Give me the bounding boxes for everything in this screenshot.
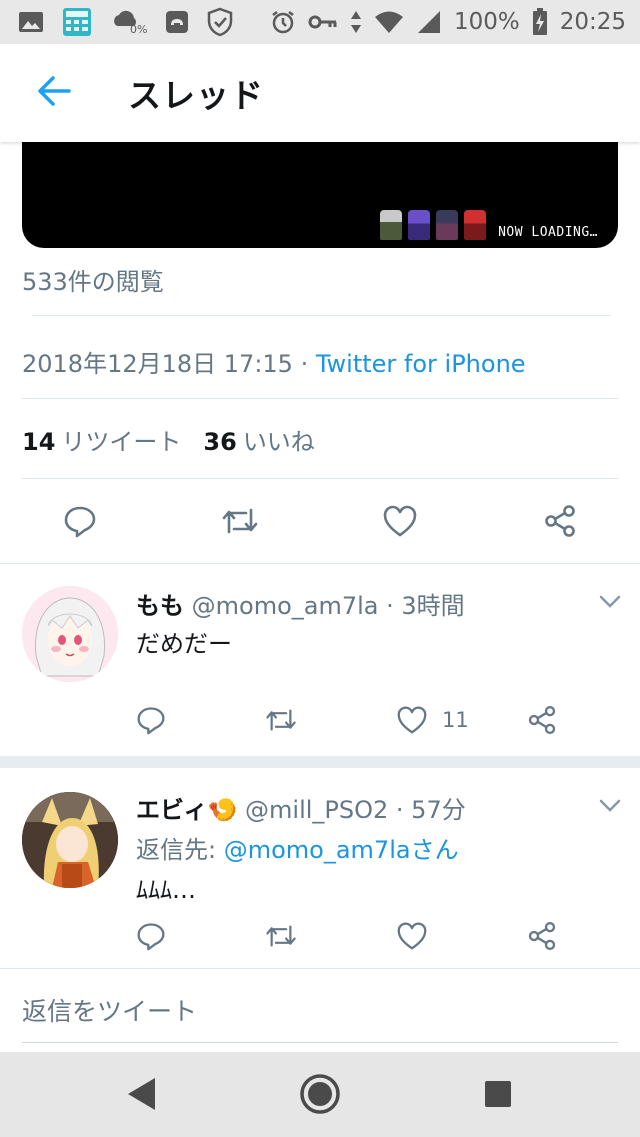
alarm-icon: [270, 9, 296, 35]
avatar[interactable]: [22, 586, 118, 682]
clock-time: 20:25: [559, 9, 626, 35]
triangle-back-icon: [128, 1078, 155, 1110]
reply-header: エビィ🍤 @mill_PSO2 · 57分: [136, 790, 466, 825]
phone-app-icon: [165, 10, 189, 34]
reply-action-bar: [130, 916, 580, 956]
like-button[interactable]: [375, 496, 425, 546]
system-navigation-bar: [0, 1052, 640, 1137]
battery-charging-icon: [532, 8, 548, 36]
nav-recents-button[interactable]: [470, 1066, 526, 1122]
arrow-left-icon: [36, 75, 72, 111]
retweet-label: リツイート: [61, 428, 182, 456]
tweet-media-image[interactable]: NOW LOADING…: [22, 142, 618, 248]
loading-indicator: NOW LOADING…: [380, 210, 598, 240]
share-button[interactable]: [526, 700, 558, 740]
divider: [22, 478, 618, 479]
loading-text: NOW LOADING…: [498, 225, 598, 240]
share-icon: [528, 705, 556, 735]
like-button[interactable]: 11: [396, 700, 469, 740]
share-button[interactable]: [535, 496, 585, 546]
gallery-icon: [18, 10, 44, 34]
reply-tweet[interactable]: エビィ🍤 @mill_PSO2 · 57分 返信先: @momo_am7laさん…: [0, 768, 640, 968]
wifi-icon: [374, 10, 404, 34]
display-name[interactable]: もも: [136, 592, 184, 620]
tweet-timestamp: 2018年12月18日 17:15 · Twitter for iPhone: [22, 344, 526, 379]
comment-icon: [64, 506, 96, 538]
comment-icon: [137, 707, 165, 735]
calculator-icon: [62, 7, 92, 37]
reply-compose-input[interactable]: 返信をツイート: [22, 992, 197, 1028]
shield-check-icon: [207, 7, 233, 37]
reply-text: ﾑﾑﾑ…: [136, 876, 196, 904]
vpn-key-icon: [308, 13, 338, 31]
retweet-button[interactable]: [264, 700, 298, 740]
data-saver-label: 0%: [130, 22, 148, 36]
app-header: スレッド: [0, 44, 640, 142]
chevron-down-icon: [599, 595, 621, 608]
share-icon: [545, 505, 575, 537]
divider: [0, 968, 640, 969]
tweet-date: 2018年12月18日 17:15 ·: [22, 350, 316, 378]
retweet-icon: [266, 709, 296, 731]
sprite-character-2: [408, 210, 431, 240]
reply-text: だめだー: [136, 630, 232, 658]
reply-to-mention-link[interactable]: @momo_am7laさん: [224, 836, 459, 864]
heart-icon: [397, 706, 427, 734]
handle-and-time: @momo_am7la · 3時間: [184, 592, 465, 620]
nav-back-button[interactable]: [114, 1066, 170, 1122]
reply-button[interactable]: [136, 916, 166, 956]
reply-action-bar: 11: [130, 700, 580, 740]
retweet-count: 14: [22, 428, 56, 456]
like-count: 11: [442, 708, 469, 732]
circle-home-icon: [300, 1074, 340, 1114]
retweet-icon: [222, 508, 258, 534]
divider: [32, 315, 610, 316]
likes-stat[interactable]: 36 いいね: [203, 422, 314, 457]
reply-button[interactable]: [55, 496, 105, 546]
retweet-icon: [266, 925, 296, 947]
handle-and-time: @mill_PSO2 · 57分: [237, 796, 466, 824]
share-icon: [528, 921, 556, 951]
tweet-action-bar: [0, 496, 640, 546]
like-button[interactable]: [396, 916, 428, 956]
reply-to-prefix: 返信先:: [136, 836, 224, 864]
compose-underline: [22, 1042, 618, 1043]
view-count: 533件の閲覧: [22, 268, 164, 296]
avatar[interactable]: [22, 792, 118, 888]
heart-icon: [383, 505, 417, 537]
sprite-character-1: [380, 210, 403, 240]
share-button[interactable]: [526, 916, 558, 956]
sprite-character-4: [464, 210, 487, 240]
tweet-menu-button[interactable]: [596, 792, 624, 820]
tweet-source-link[interactable]: Twitter for iPhone: [316, 350, 526, 378]
back-button[interactable]: [20, 59, 88, 127]
display-name[interactable]: エビィ🍤: [136, 796, 237, 824]
comment-icon: [137, 923, 165, 951]
heart-icon: [397, 922, 427, 950]
sprite-character-3: [436, 210, 459, 240]
like-count: 36: [203, 428, 237, 456]
reply-button[interactable]: [136, 700, 166, 740]
retweet-button[interactable]: [264, 916, 298, 956]
signal-icon: [416, 10, 442, 34]
divider: [22, 398, 618, 399]
tweet-menu-button[interactable]: [596, 588, 624, 616]
battery-percent: 100%: [453, 9, 520, 35]
cloud-sync-icon: 0%: [110, 9, 147, 36]
data-arrows-icon: [350, 10, 362, 34]
chevron-down-icon: [599, 799, 621, 812]
nav-home-button[interactable]: [292, 1066, 348, 1122]
like-label: いいね: [242, 428, 315, 456]
retweets-stat[interactable]: 14 リツイート: [22, 422, 181, 457]
status-bar: 0% 100% 20:25: [0, 0, 640, 44]
square-recents-icon: [485, 1081, 511, 1107]
reply-tweet[interactable]: もも @momo_am7la · 3時間 だめだー 11: [0, 564, 640, 756]
retweet-button[interactable]: [215, 496, 265, 546]
engagement-counts: 14 リツイート 36 いいね: [22, 422, 315, 457]
section-separator: [0, 756, 640, 768]
page-title: スレッド: [128, 76, 264, 115]
reply-to-line: 返信先: @momo_am7laさん: [136, 830, 459, 865]
reply-header: もも @momo_am7la · 3時間: [136, 586, 465, 621]
